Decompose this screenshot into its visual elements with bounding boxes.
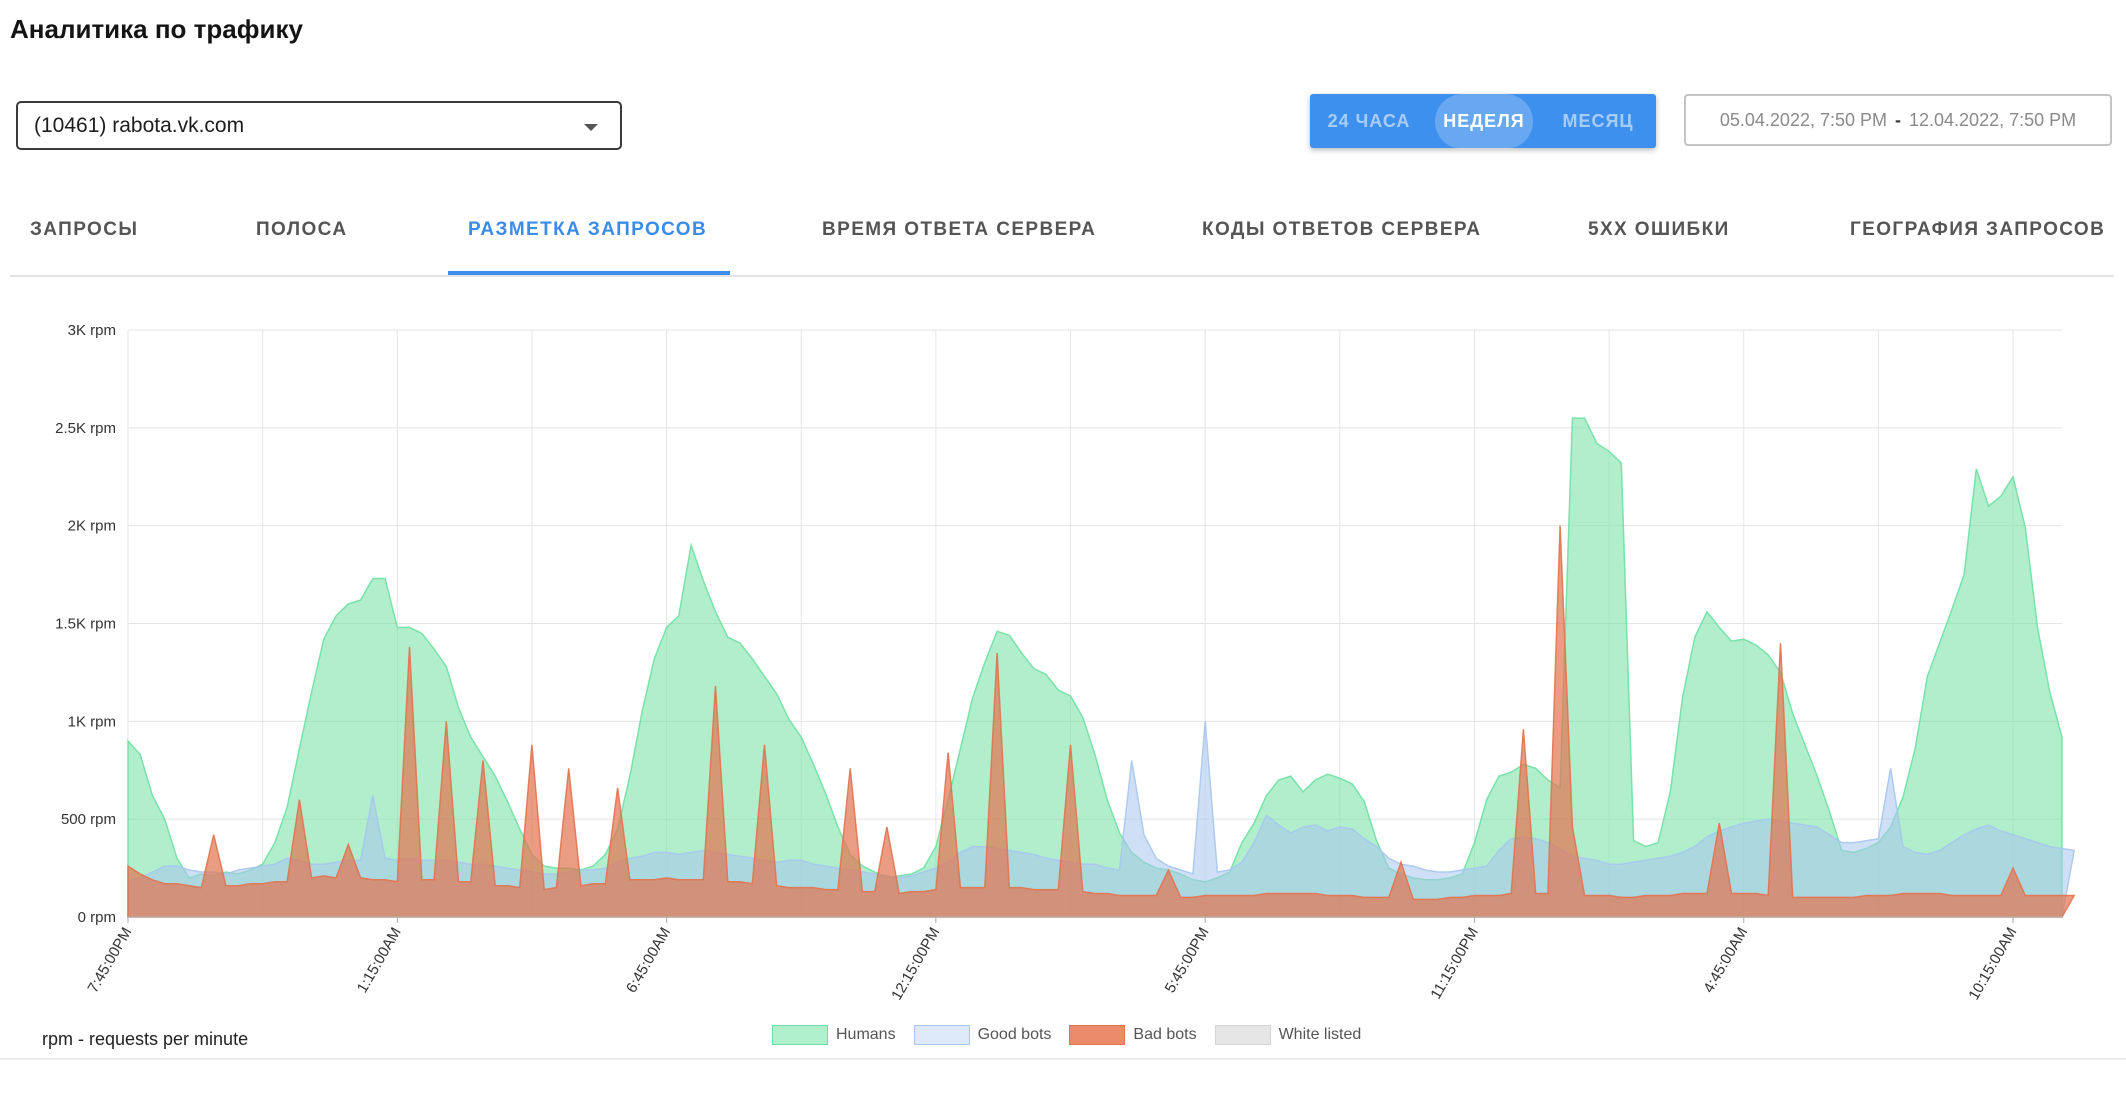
y-tick-label: 2K rpm [68, 518, 116, 535]
date-range-separator: - [1895, 109, 1901, 130]
legend-item-bad-bots[interactable]: Bad bots [1069, 1025, 1197, 1045]
bottom-divider [0, 1058, 2126, 1060]
page-title: Аналитика по трафику [10, 14, 303, 44]
legend-swatch-bad-bots [1069, 1025, 1126, 1045]
y-tick-label: 3K rpm [68, 322, 116, 339]
date-range-from: 05.04.2022, 7:50 PM [1719, 109, 1887, 130]
tab-bandwidth[interactable]: ПОЛОСА [256, 219, 347, 241]
date-range-to: 12.04.2022, 7:50 PM [1909, 109, 2077, 130]
period-toggle-group: 24 ЧАСА НЕДЕЛЯ МЕСЯЦ [1310, 93, 1656, 149]
x-tick-label: 5:45:00PM [1162, 925, 1213, 996]
tab-response-time[interactable]: ВРЕМЯ ОТВЕТА СЕРВЕРА [822, 219, 1096, 241]
tab-response-codes[interactable]: КОДЫ ОТВЕТОВ СЕРВЕРА [1202, 219, 1481, 241]
legend-item-white-listed[interactable]: White listed [1214, 1025, 1362, 1045]
traffic-chart: 0 rpm 500 rpm 1K rpm 1.5K rpm 2K rpm 2.5K rpm… [55, 322, 2076, 1004]
site-select-value: (10461) rabota.vk.com [34, 113, 245, 137]
x-tick-label: 12:15:00PM [888, 925, 943, 1004]
legend-label-good-bots: Good bots [977, 1026, 1052, 1043]
site-select[interactable]: (10461) rabota.vk.com [16, 101, 622, 150]
chart-legend: Humans Good bots Bad bots White listed [772, 1025, 1379, 1045]
chevron-down-icon [584, 124, 598, 131]
x-tick-label: 10:15:00AM [1965, 925, 2020, 1004]
tab-5xx-errors[interactable]: 5XX ОШИБКИ [1588, 219, 1730, 241]
active-tab-indicator [448, 271, 730, 275]
rpm-note: rpm - requests per minute [42, 1029, 249, 1049]
y-tick-label: 1K rpm [68, 713, 116, 730]
period-week-label: НЕДЕЛЯ [1435, 93, 1533, 149]
tab-bar: ЗАПРОСЫ ПОЛОСА РАЗМЕТКА ЗАПРОСОВ ВРЕМЯ О… [10, 205, 2114, 277]
period-month-label: МЕСЯЦ [1562, 110, 1634, 131]
x-tick-label: 7:45:00PM [84, 925, 135, 996]
legend-label-humans: Humans [836, 1026, 896, 1043]
x-tick-label: 1:15:00AM [354, 925, 405, 996]
period-24h-button[interactable]: 24 ЧАСА [1310, 94, 1428, 148]
x-tick-label: 6:45:00AM [623, 925, 674, 996]
y-tick-label: 2.5K rpm [55, 420, 116, 437]
y-tick-label: 0 rpm [78, 909, 116, 926]
legend-swatch-white-listed [1214, 1025, 1271, 1045]
period-24h-label: 24 ЧАСА [1327, 110, 1411, 131]
x-tick-label: 11:15:00PM [1427, 925, 1482, 1003]
tab-geography[interactable]: ГЕОГРАФИЯ ЗАПРОСОВ [1850, 219, 2105, 241]
legend-swatch-good-bots [913, 1025, 970, 1045]
tab-requests[interactable]: ЗАПРОСЫ [30, 219, 138, 241]
period-week-button[interactable]: НЕДЕЛЯ [1428, 93, 1540, 149]
legend-item-humans[interactable]: Humans [772, 1025, 896, 1045]
legend-label-bad-bots: Bad bots [1133, 1026, 1197, 1043]
y-tick-label: 500 rpm [61, 811, 116, 828]
tab-request-markup[interactable]: РАЗМЕТКА ЗАПРОСОВ [468, 219, 707, 241]
legend-item-good-bots[interactable]: Good bots [913, 1025, 1052, 1045]
y-tick-label: 1.5K rpm [55, 616, 116, 633]
period-month-button[interactable]: МЕСЯЦ [1540, 94, 1656, 148]
x-tick-label: 4:45:00AM [1700, 925, 1751, 996]
date-range-picker[interactable]: 05.04.2022, 7:50 PM - 12.04.2022, 7:50 P… [1684, 94, 2112, 146]
legend-swatch-humans [772, 1025, 828, 1045]
legend-label-white-listed: White listed [1278, 1026, 1362, 1043]
